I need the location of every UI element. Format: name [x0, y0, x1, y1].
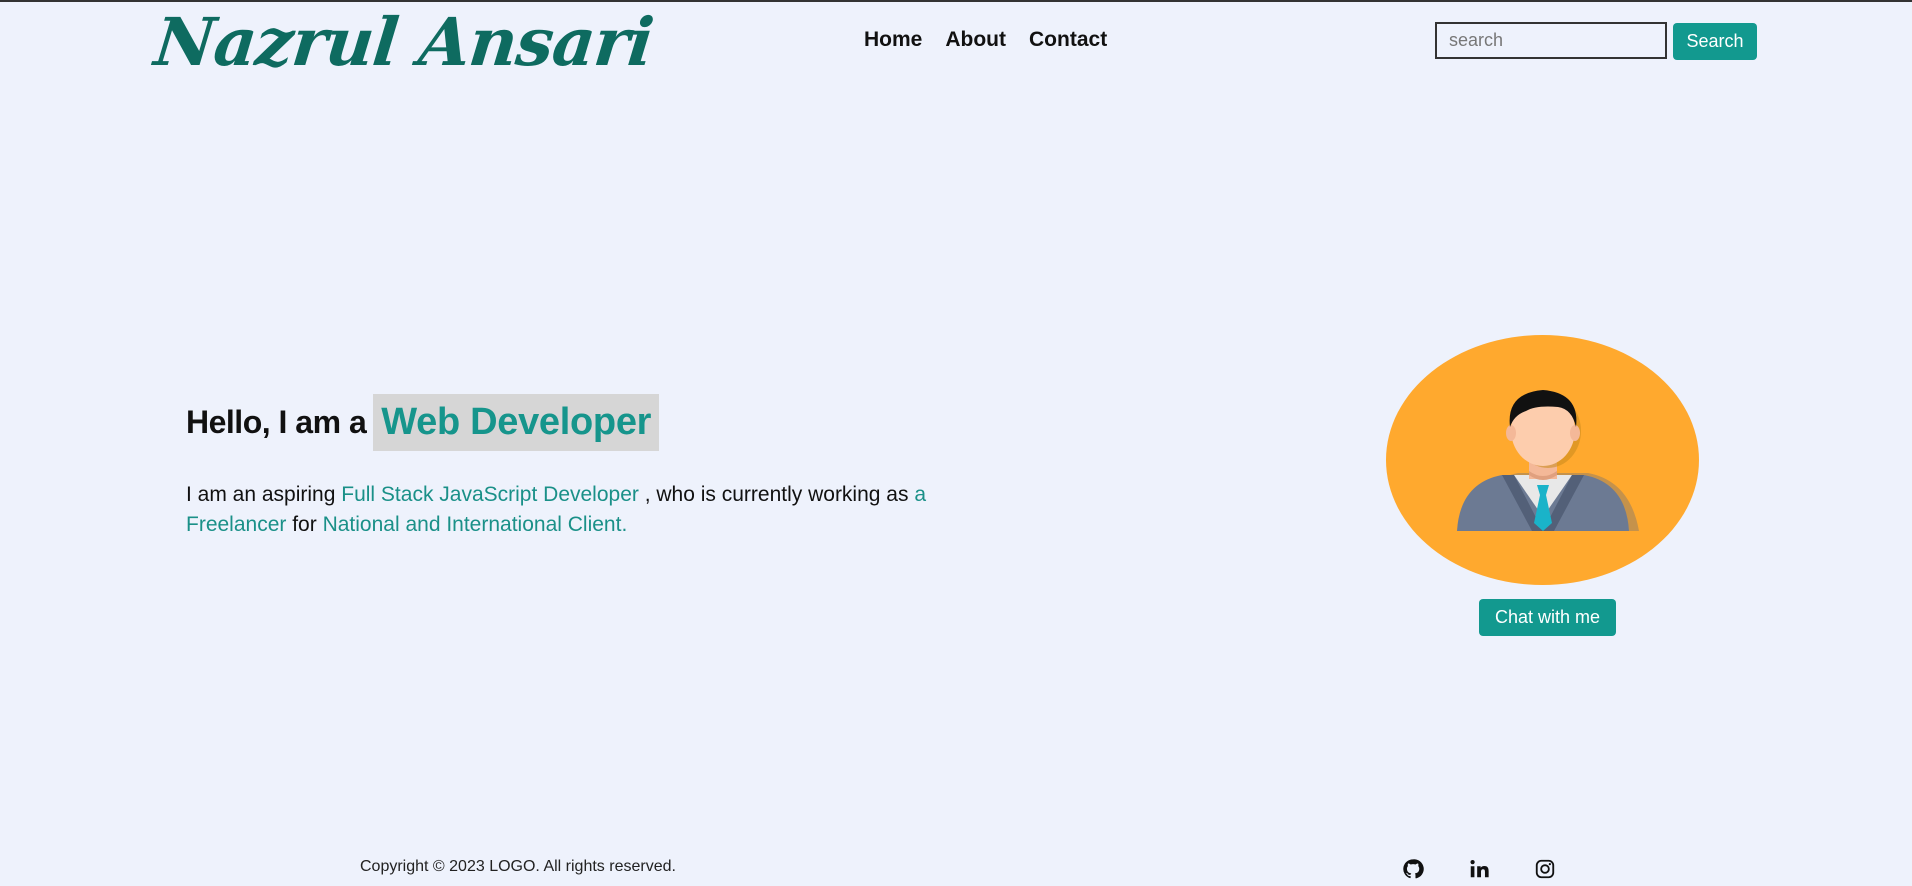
- github-icon[interactable]: [1402, 858, 1424, 880]
- nav-about-link[interactable]: About: [945, 28, 1006, 52]
- hero-description: I am an aspiring Full Stack JavaScript D…: [186, 480, 986, 540]
- nav-contact-link[interactable]: Contact: [1029, 28, 1107, 52]
- linkedin-icon[interactable]: [1468, 858, 1490, 880]
- person-avatar-icon: [1386, 335, 1699, 585]
- site-logo[interactable]: Nazrul Ansari: [151, 3, 657, 81]
- main-nav: Home About Contact: [864, 28, 1107, 52]
- search-button[interactable]: Search: [1673, 23, 1757, 60]
- desc-text-2: , who is currently working as: [638, 483, 915, 506]
- search-input[interactable]: [1435, 22, 1667, 59]
- chat-with-me-button[interactable]: Chat with me: [1479, 599, 1616, 636]
- desc-highlight-fullstack: Full Stack JavaScript Developer: [341, 483, 639, 506]
- hero-title-highlight: Web Developer: [373, 394, 660, 451]
- instagram-icon[interactable]: [1534, 858, 1556, 880]
- desc-text-3: for: [286, 513, 323, 536]
- hero-title: Hello, I am a Web Developer: [186, 394, 660, 451]
- footer-copyright: Copyright © 2023 LOGO. All rights reserv…: [360, 858, 676, 875]
- desc-text-1: I am an aspiring: [186, 483, 342, 506]
- hero-title-lead: Hello, I am a: [186, 404, 367, 440]
- desc-highlight-clients: National and International Client.: [322, 513, 628, 536]
- nav-home-link[interactable]: Home: [864, 28, 922, 52]
